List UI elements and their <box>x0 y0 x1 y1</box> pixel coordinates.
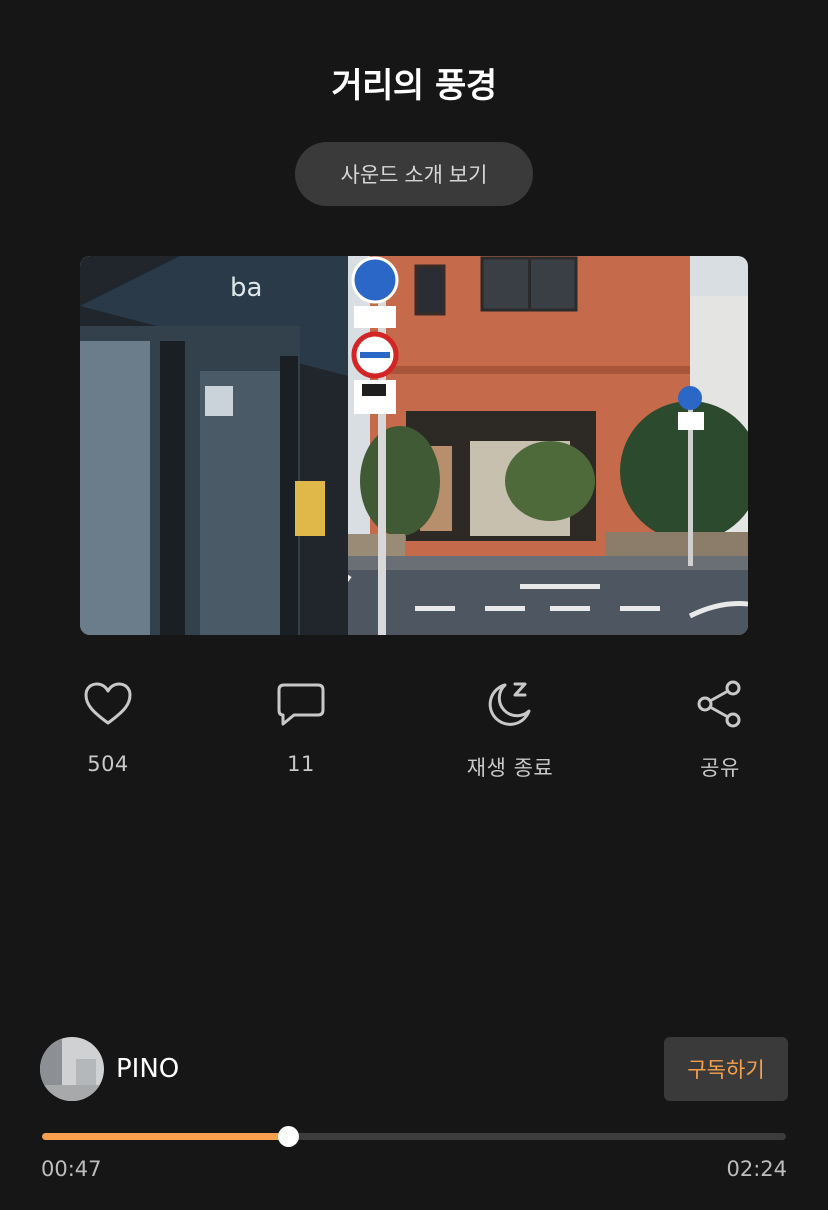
progress-slider[interactable] <box>42 1126 786 1147</box>
elapsed-time: 00:47 <box>41 1157 102 1181</box>
comment-count: 11 <box>287 752 315 776</box>
sleep-timer-label: 재생 종료 <box>466 756 554 780</box>
like-count: 504 <box>87 752 129 776</box>
like-button[interactable]: 504 <box>28 678 188 776</box>
artist-name: PINO <box>116 1054 180 1084</box>
sound-intro-button[interactable]: 사운드 소개 보기 <box>295 142 533 206</box>
heart-icon <box>82 678 134 730</box>
share-button[interactable]: 공유 <box>640 678 800 782</box>
avatar <box>40 1037 104 1101</box>
share-label: 공유 <box>700 756 740 780</box>
share-icon <box>694 678 746 730</box>
total-duration: 02:24 <box>726 1157 787 1181</box>
page-title: 거리의 풍경 <box>331 66 497 106</box>
progress-fill <box>42 1133 288 1140</box>
artist-info[interactable]: PINO <box>40 1037 179 1101</box>
comment-icon <box>275 678 327 730</box>
svg-text:ba: ba <box>230 273 262 303</box>
sleep-timer-button[interactable]: 재생 종료 <box>430 678 590 782</box>
moon-zz-icon <box>484 678 536 730</box>
comment-button[interactable]: 11 <box>221 678 381 776</box>
progress-handle[interactable] <box>277 1126 299 1147</box>
cover-image: ba <box>80 256 748 635</box>
subscribe-button[interactable]: 구독하기 <box>664 1037 788 1101</box>
